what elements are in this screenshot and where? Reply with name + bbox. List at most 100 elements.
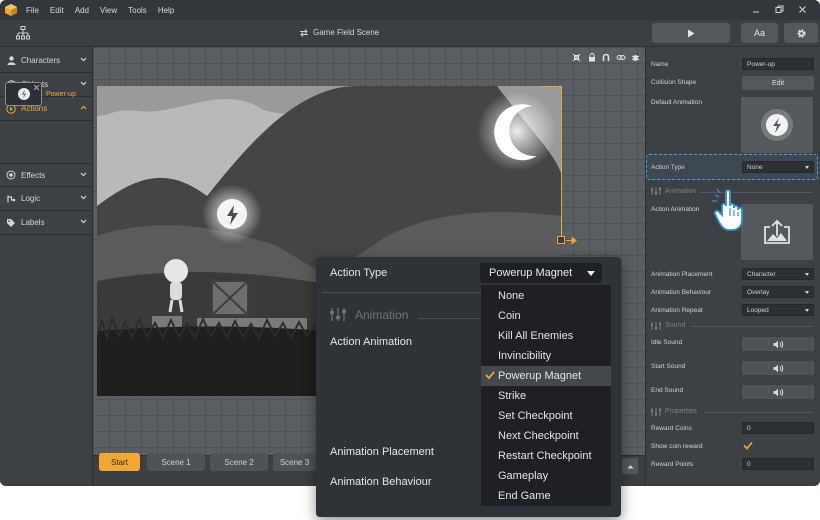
toolbar: Game Field Scene Aa [0, 20, 820, 47]
reward-coins-field[interactable]: 0 [742, 422, 814, 434]
selection-edge [561, 86, 562, 241]
link-icon[interactable] [616, 53, 626, 62]
sliders-icon [651, 408, 661, 416]
sidebar-item-characters[interactable]: Characters [0, 49, 93, 73]
speaker-icon [773, 388, 783, 396]
collision-edit-button[interactable]: Edit [742, 76, 814, 90]
scene-tab-3[interactable]: Scene 3 [273, 453, 316, 471]
option-gameplay[interactable]: Gameplay [481, 466, 611, 486]
menu-help[interactable]: Help [158, 6, 174, 15]
menu-file[interactable]: File [26, 6, 39, 15]
default-animation-label: Default Animation [651, 99, 702, 106]
reward-points-label: Reward Points [651, 461, 694, 468]
lock-icon[interactable] [588, 53, 596, 62]
sliders-icon [651, 322, 661, 330]
menu-edit[interactable]: Edit [50, 6, 64, 15]
action-type-label: Action Type [651, 164, 685, 171]
play-button[interactable] [652, 23, 730, 43]
action-type-dropdown-list: None Coin Kill All Enemies Invincibility… [481, 285, 611, 506]
animation-repeat-select[interactable]: Looped [742, 304, 814, 316]
scroll-up-button[interactable] [622, 458, 638, 474]
option-invincibility[interactable]: Invincibility [481, 346, 611, 366]
resize-handle[interactable] [557, 236, 565, 244]
animation-behaviour-label: Animation Behaviour [651, 289, 711, 296]
action-type-select[interactable]: None [742, 161, 814, 173]
properties-section-label: Properties [665, 408, 697, 415]
idle-sound-button[interactable] [742, 337, 814, 351]
speaker-icon [773, 364, 783, 372]
lightning-orb-icon [18, 88, 30, 100]
chevron-up-icon [627, 464, 633, 468]
scene-title: Game Field Scene [313, 28, 380, 37]
end-sound-label: End Sound [651, 387, 684, 394]
start-sound-button[interactable] [742, 361, 814, 375]
popup-divider [322, 292, 484, 293]
sliders-icon [651, 187, 661, 195]
idle-sound-label: Idle Sound [651, 339, 683, 346]
chevron-up-icon [80, 105, 87, 110]
option-next-checkpoint[interactable]: Next Checkpoint [481, 426, 611, 446]
option-none[interactable]: None [481, 286, 611, 306]
restore-icon[interactable] [775, 5, 784, 14]
default-animation-thumbnail[interactable] [741, 97, 813, 153]
menu-tools[interactable]: Tools [128, 6, 147, 15]
popup-action-type-select[interactable]: Powerup Magnet [480, 263, 602, 283]
popup-animation-behaviour-label: Animation Behaviour [330, 476, 432, 488]
settings-button[interactable] [784, 23, 818, 43]
scene-tab-1[interactable]: Scene 1 [147, 453, 205, 471]
sidebar-item-label: Characters [21, 56, 61, 65]
minimize-icon[interactable] [752, 6, 760, 14]
close-icon[interactable] [798, 5, 807, 14]
option-powerup-magnet[interactable]: Powerup Magnet [481, 366, 611, 386]
animation-repeat-label: Animation Repeat [651, 307, 703, 314]
tag-icon [7, 218, 15, 227]
reward-coins-label: Reward Coins [651, 425, 692, 432]
popup-action-animation-label: Action Animation [330, 336, 412, 348]
action-animation-label: Action Animation [651, 206, 700, 213]
sidebar-item-label: Labels [21, 218, 45, 227]
speaker-icon [773, 340, 783, 348]
sliders-icon [330, 308, 346, 321]
section-divider [692, 326, 812, 327]
bug-icon[interactable] [631, 53, 640, 62]
option-strike[interactable]: Strike [481, 386, 611, 406]
menu-bar: File Edit Add View Tools Help [0, 0, 820, 20]
checkbox-checked-icon[interactable] [743, 441, 753, 450]
sidebar-item-logic[interactable]: Logic [0, 187, 93, 211]
option-end-game[interactable]: End Game [481, 486, 611, 506]
animation-placement-select[interactable]: Character [742, 268, 814, 280]
arrow-right-icon[interactable] [566, 236, 578, 245]
hierarchy-icon[interactable] [15, 25, 31, 41]
scene-tab-start[interactable]: Start [99, 453, 140, 471]
end-sound-button[interactable] [742, 385, 814, 399]
scene-tab-2[interactable]: Scene 2 [210, 453, 268, 471]
name-field[interactable]: Power-up [742, 58, 814, 70]
fit-icon[interactable] [572, 53, 581, 62]
option-set-checkpoint[interactable]: Set Checkpoint [481, 406, 611, 426]
app-logo-icon [5, 4, 17, 16]
chevron-down-icon [80, 219, 87, 224]
show-coin-reward-label: Show coin reward [651, 443, 703, 450]
animation-behaviour-select[interactable]: Overlay [742, 286, 814, 298]
font-button[interactable]: Aa [741, 23, 778, 43]
asset-thumbnail-power-up[interactable] [5, 82, 42, 106]
option-coin[interactable]: Coin [481, 306, 611, 326]
option-kill-all-enemies[interactable]: Kill All Enemies [481, 326, 611, 346]
option-restart-checkpoint[interactable]: Restart Checkpoint [481, 446, 611, 466]
menu-add[interactable]: Add [75, 6, 89, 15]
pointer-hand-icon [712, 188, 743, 231]
gear-icon [796, 28, 806, 38]
sidebar-item-effects[interactable]: Effects [0, 163, 93, 187]
close-icon[interactable] [33, 84, 40, 91]
menu-view[interactable]: View [100, 6, 117, 15]
section-divider [705, 412, 812, 413]
upload-image-icon [764, 219, 790, 244]
sidebar-item-labels[interactable]: Labels [0, 211, 93, 235]
animation-section-label: Animation [665, 188, 697, 195]
animation-placement-label: Animation Placement [651, 271, 713, 278]
magnet-icon[interactable] [602, 53, 610, 62]
reward-points-field[interactable]: 0 [742, 458, 814, 470]
action-animation-upload[interactable] [741, 204, 813, 260]
chevron-down-icon [80, 57, 87, 62]
checkmark-icon [485, 371, 495, 380]
